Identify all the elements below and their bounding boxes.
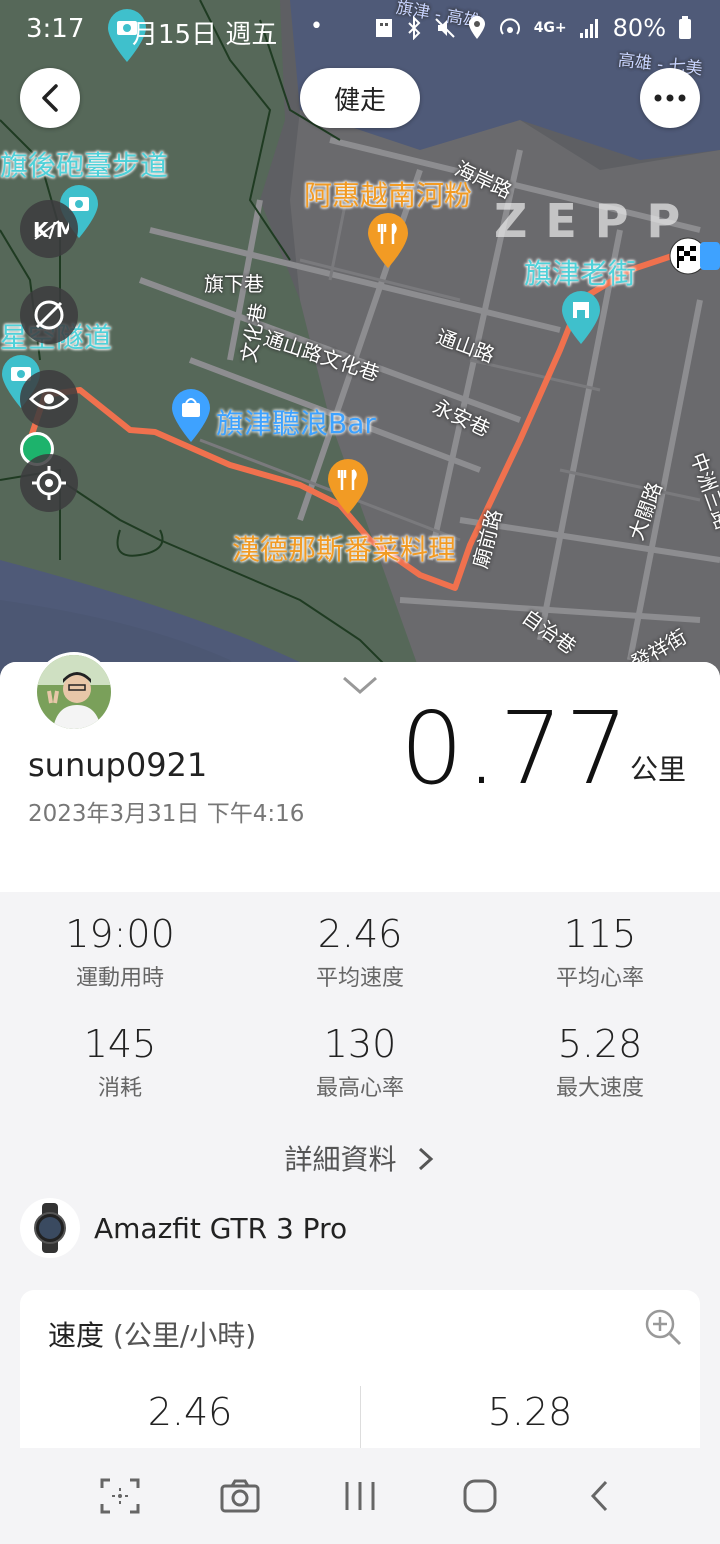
stat-label: 運動用時 (75, 966, 164, 991)
stat-duration: 19:00 運動用時 (0, 912, 240, 992)
poi-bar-label: 旗津聽浪Bar (216, 407, 376, 440)
status-dot: • (310, 14, 323, 39)
home-icon (463, 1479, 497, 1513)
stat-label: 平均心率 (555, 966, 644, 991)
back-nav-button[interactable] (570, 1466, 630, 1526)
eye-icon (29, 388, 69, 410)
details-link[interactable]: 詳細資料 (0, 1138, 720, 1178)
stat-calories: 145 消耗 (0, 1022, 240, 1102)
svg-text:K/M: K/M (33, 218, 69, 242)
details-label: 詳細資料 (284, 1143, 397, 1176)
bluetooth-icon (407, 16, 421, 40)
landmark-pin-icon[interactable] (560, 290, 602, 346)
recent-apps-button[interactable] (330, 1466, 390, 1526)
restaurant-pin-icon[interactable] (366, 212, 410, 270)
speed-max-value: 5.28 (487, 1390, 573, 1434)
distance-unit: 公里 (630, 753, 687, 786)
hide-photos-button[interactable] (20, 286, 78, 344)
stat-avg-speed: 2.46 平均速度 (240, 912, 480, 992)
back-icon (590, 1480, 608, 1512)
unit-toggle-button[interactable]: K/M (20, 200, 78, 258)
workout-summary-panel: sunup0921 2023年3月31日 下午4:16 0.77 公里 19:0… (0, 652, 720, 1544)
ferry-marker-icon (700, 242, 720, 270)
avatar[interactable] (34, 652, 114, 732)
km-icon: K/M (33, 218, 69, 242)
battery-icon (679, 16, 691, 39)
screen-capture-icon (100, 1478, 140, 1514)
stat-label: 最大速度 (555, 1076, 644, 1101)
poi-walkway-label: 旗後砲臺步道 (0, 149, 169, 182)
battery-percent: 80% (612, 14, 666, 42)
speed-unit: (公里/小時) (112, 1319, 257, 1352)
restaurant-pin-icon[interactable] (326, 458, 370, 516)
back-arrow-icon (42, 84, 58, 112)
poi-pho-label: 阿惠越南河粉 (304, 179, 473, 212)
view-toggle-button[interactable] (20, 370, 78, 428)
building-icon (375, 19, 392, 37)
stat-max-speed: 5.28 最大速度 (480, 1022, 720, 1102)
status-icons: 4G+ 80% (374, 14, 692, 42)
more-dots-icon (654, 94, 686, 102)
stat-max-heart-rate: 130 最高心率 (240, 1022, 480, 1102)
stat-value: 5.28 (557, 1022, 643, 1066)
device-name: Amazfit GTR 3 Pro (94, 1211, 348, 1245)
stat-value: 130 (323, 1022, 397, 1066)
poi-restaurant-label: 漢德那斯番菜料理 (232, 533, 457, 566)
avatar-photo (37, 655, 111, 729)
stat-value: 19:00 (65, 912, 175, 956)
collapse-chevron-icon[interactable] (342, 674, 378, 696)
status-bar: 3:17 月15日 週五 • 4G+ 80% (0, 0, 720, 64)
distance-value: 0.77 (400, 690, 631, 807)
watch-icon (20, 1198, 80, 1258)
mute-icon (434, 18, 455, 38)
camera-icon (220, 1479, 260, 1513)
stat-label: 消耗 (97, 1076, 142, 1101)
crosshair-icon (32, 466, 66, 500)
poi-old-street-label: 旗津老街 (524, 257, 637, 290)
zoom-in-icon[interactable] (644, 1308, 682, 1346)
shopping-pin-icon[interactable] (170, 388, 212, 444)
stat-label: 最高心率 (315, 1076, 404, 1101)
speed-title: 速度 (48, 1319, 105, 1352)
workout-datetime: 2023年3月31日 下午4:16 (28, 801, 305, 827)
speed-avg-value: 2.46 (147, 1390, 233, 1434)
network-type: 4G+ (533, 20, 567, 36)
stat-value: 115 (563, 912, 637, 956)
camera-button[interactable] (210, 1466, 270, 1526)
back-button[interactable] (20, 68, 80, 128)
location-icon (468, 16, 485, 39)
status-date: 月15日 週五 (132, 20, 278, 50)
status-time: 3:17 (26, 14, 85, 44)
hotspot-icon (499, 18, 520, 35)
chevron-right-icon (419, 1147, 434, 1171)
locate-button[interactable] (20, 454, 78, 512)
stat-avg-heart-rate: 115 平均心率 (480, 912, 720, 992)
activity-type-label: 健走 (300, 68, 420, 128)
street-qixia: 旗下巷 (204, 272, 264, 296)
home-button[interactable] (450, 1466, 510, 1526)
stat-value: 145 (83, 1022, 157, 1066)
recents-icon (345, 1482, 375, 1510)
username: sunup0921 (28, 746, 208, 784)
speed-card-title: 速度 (公里/小時) (48, 1314, 256, 1354)
capture-button[interactable] (90, 1466, 150, 1526)
device-row[interactable]: Amazfit GTR 3 Pro (20, 1198, 347, 1258)
stat-label: 平均速度 (315, 966, 404, 991)
route-map[interactable]: ZEPP 海岸路 旗下巷 文化巷 通山路文化巷 通山路 永安巷 廟前路 大關路 … (0, 0, 720, 700)
stat-value: 2.46 (317, 912, 403, 956)
photo-off-icon (34, 300, 64, 330)
signal-icon (579, 19, 598, 38)
system-nav-bar (0, 1448, 720, 1544)
more-options-button[interactable] (640, 68, 700, 128)
